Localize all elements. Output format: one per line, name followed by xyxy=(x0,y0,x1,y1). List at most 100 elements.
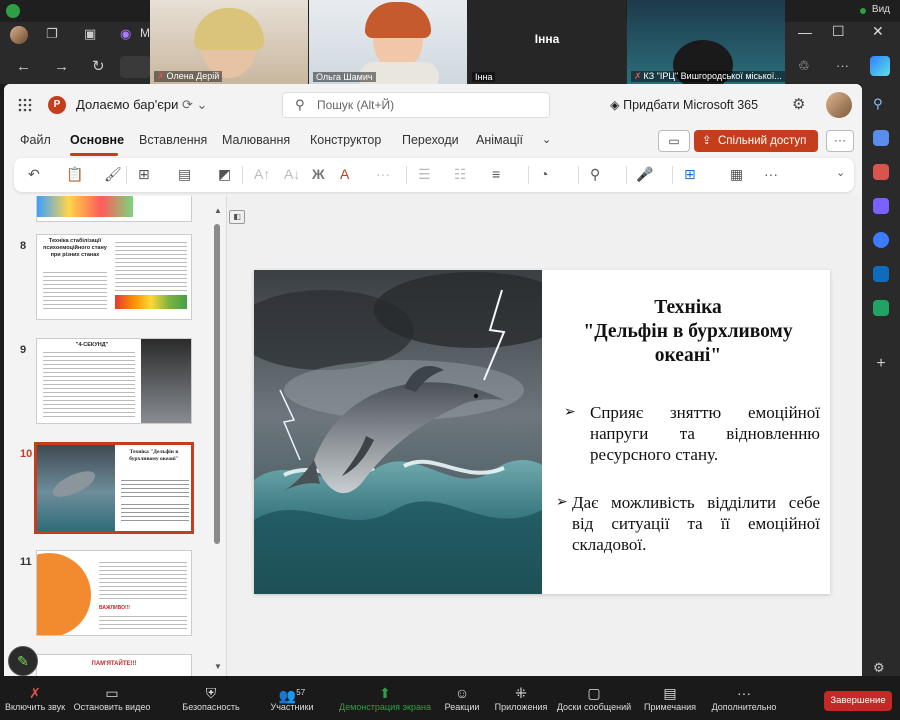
scroll-down-icon[interactable]: ▼ xyxy=(214,662,222,671)
decrease-font-icon[interactable]: A↓ xyxy=(284,166,300,182)
document-title[interactable]: Долаємо бар'єри ⟳ ⌄ xyxy=(76,97,207,113)
end-meeting-button[interactable]: Завершение xyxy=(824,691,892,711)
participant-name: Ольга Шамич xyxy=(313,72,376,82)
back-icon[interactable]: ← xyxy=(16,58,31,75)
video-tile[interactable]: ✗ КЗ "ІРЦ" Вишгородської міської... xyxy=(627,0,785,84)
collapse-pane-icon[interactable]: ◧ xyxy=(229,210,245,224)
refresh-icon[interactable]: ↻ xyxy=(92,57,105,75)
more-button[interactable]: ··· Дополнительно xyxy=(706,684,782,712)
tab-actions-icon[interactable]: ▣ xyxy=(84,26,96,42)
slide-thumbnail[interactable]: ВАЖЛИВО!!! xyxy=(36,550,192,636)
undo-icon[interactable]: ↶ xyxy=(28,166,40,183)
add-icon[interactable]: + xyxy=(873,356,889,372)
expand-ribbon-icon[interactable]: ⌄ xyxy=(836,166,845,179)
bold-icon[interactable]: Ж xyxy=(312,166,325,182)
maximize-icon[interactable]: ☐ xyxy=(832,23,845,40)
tools-icon[interactable] xyxy=(873,164,889,180)
browser-more-icon[interactable]: ··· xyxy=(836,58,849,73)
address-bar[interactable] xyxy=(120,56,150,78)
security-button[interactable]: ⛨ Безопасность xyxy=(176,684,246,712)
whiteboards-button[interactable]: ▢ Доски сообщений xyxy=(556,684,632,712)
share-button[interactable]: ⇪Спільний доступ ⌄ xyxy=(694,130,818,169)
close-icon[interactable]: ✕ xyxy=(872,23,884,40)
paste-icon[interactable]: 📋 xyxy=(66,166,83,183)
find-icon[interactable]: ⚲ xyxy=(590,166,600,183)
dictate-mic-icon[interactable]: 🎤 xyxy=(636,166,653,183)
current-slide[interactable]: Техніка "Дельфін в бурхливому океані" ➢ … xyxy=(254,270,830,594)
designer-icon[interactable]: ⊞ xyxy=(684,166,696,183)
profile-avatar-icon[interactable] xyxy=(10,26,28,44)
stop-video-button[interactable]: ▭ Остановить видео xyxy=(72,684,152,712)
settings-gear-icon[interactable]: ⚙ xyxy=(792,95,805,113)
more-font-icon[interactable]: ··· xyxy=(376,166,390,182)
slide-thumbnail[interactable]: "4-СЕКУНД" xyxy=(36,338,192,424)
format-painter-icon[interactable]: 🖌 xyxy=(104,166,122,183)
bullets-icon[interactable]: ☰ xyxy=(418,166,431,183)
tab-title[interactable]: M xyxy=(140,26,150,40)
numbering-icon[interactable]: ☷ xyxy=(454,166,467,183)
view-menu[interactable]: Вид xyxy=(872,4,890,15)
slide-thumbnail[interactable] xyxy=(36,196,192,222)
toolbar-more-icon[interactable]: ··· xyxy=(764,166,778,182)
video-tile[interactable]: ✗ Олена Дерій xyxy=(150,0,308,84)
dolphin-storm-image[interactable] xyxy=(254,270,542,594)
slide-bullet[interactable]: ➢ Сприяє зняттю емоційної напруги та від… xyxy=(564,402,820,465)
shapes-icon[interactable]: ◔ xyxy=(540,166,548,182)
participant-name: Інна xyxy=(472,72,496,82)
extensions-icon[interactable]: ♲ xyxy=(798,58,810,74)
search-input[interactable]: ⚲ Пошук (Alt+Й) xyxy=(282,92,550,118)
tab-animations[interactable]: Анімації xyxy=(476,133,523,147)
reactions-button[interactable]: ☺ Реакции xyxy=(438,684,486,712)
collections-icon[interactable] xyxy=(873,130,889,146)
layout-icon[interactable]: ▤ xyxy=(178,166,191,183)
font-color-icon[interactable]: A xyxy=(340,166,349,182)
more-options-button[interactable]: ··· xyxy=(826,130,854,152)
comments-button[interactable]: ▭ xyxy=(658,130,690,152)
slide-title[interactable]: Техніка "Дельфін в бурхливому океані" xyxy=(552,296,824,368)
copilot-rail-icon[interactable] xyxy=(873,232,889,248)
unmute-button[interactable]: ✗ Включить звук xyxy=(2,684,68,712)
copilot-icon[interactable]: ◉ xyxy=(120,26,131,42)
minimize-icon[interactable]: — xyxy=(798,24,812,40)
forward-icon[interactable]: → xyxy=(54,58,69,75)
search-icon[interactable]: ⚲ xyxy=(873,96,889,112)
copilot-sidebar-icon[interactable] xyxy=(870,56,890,76)
slide-bullet[interactable]: ➢ Дає можливість відділити себе від ситу… xyxy=(556,492,820,555)
tab-transitions[interactable]: Переходи xyxy=(402,133,459,147)
buy-microsoft-365-link[interactable]: ◈ Придбати Microsoft 365 xyxy=(610,97,758,112)
tab-insert[interactable]: Вставлення xyxy=(139,133,207,147)
scrollbar-thumb[interactable] xyxy=(214,224,220,544)
share-screen-button[interactable]: ⬆ Демонстрация экрана xyxy=(336,684,434,712)
tab-home[interactable]: Основне xyxy=(70,133,124,147)
scroll-up-icon[interactable]: ▲ xyxy=(214,206,222,215)
games-icon[interactable] xyxy=(873,198,889,214)
tab-file[interactable]: Файл xyxy=(20,133,51,147)
send-icon[interactable] xyxy=(873,300,889,316)
more-tabs-chevron-icon[interactable]: ⌄ xyxy=(542,133,551,146)
background-icon[interactable]: ◩ xyxy=(218,166,231,183)
rail-settings-icon[interactable]: ⚙ xyxy=(873,660,889,676)
outlook-icon[interactable] xyxy=(873,266,889,282)
tab-draw[interactable]: Малювання xyxy=(222,133,290,147)
thumbnails-scrollbar[interactable]: ▲ ▼ xyxy=(214,206,222,672)
align-icon[interactable]: ≡ xyxy=(492,166,500,182)
slide-number: 10 xyxy=(20,448,33,460)
slide-text-column: Техніка "Дельфін в бурхливому океані" ➢ … xyxy=(544,270,830,594)
notes-button[interactable]: ▤ Примечания xyxy=(640,684,700,712)
video-tile[interactable]: Ольга Шамич xyxy=(309,0,467,84)
user-avatar[interactable] xyxy=(826,92,852,118)
slide-thumbnail[interactable]: Техніка стабілізації психоемоційного ста… xyxy=(36,234,192,320)
slide-thumbnail-selected[interactable]: Техніка "Дельфін в бурхливому океані" xyxy=(34,442,194,534)
slide-thumbnail[interactable]: ПАМ'ЯТАЙТЕ!!! xyxy=(36,654,192,676)
app-launcher-icon[interactable] xyxy=(18,98,32,112)
annotate-pencil-icon[interactable]: ✎ xyxy=(8,646,38,676)
participants-button[interactable]: 👥57 Участники xyxy=(262,684,322,712)
tab-design[interactable]: Конструктор xyxy=(310,133,381,147)
add-ins-icon[interactable]: ▦ xyxy=(730,166,743,183)
workspaces-icon[interactable]: ❐ xyxy=(46,26,58,42)
increase-font-icon[interactable]: A↑ xyxy=(254,166,270,182)
apps-button[interactable]: ⁜ Приложения xyxy=(490,684,552,712)
whiteboard-icon: ▢ xyxy=(587,685,601,701)
video-tile[interactable]: Інна Інна xyxy=(468,0,626,84)
new-slide-icon[interactable]: ⊞ xyxy=(138,166,150,183)
